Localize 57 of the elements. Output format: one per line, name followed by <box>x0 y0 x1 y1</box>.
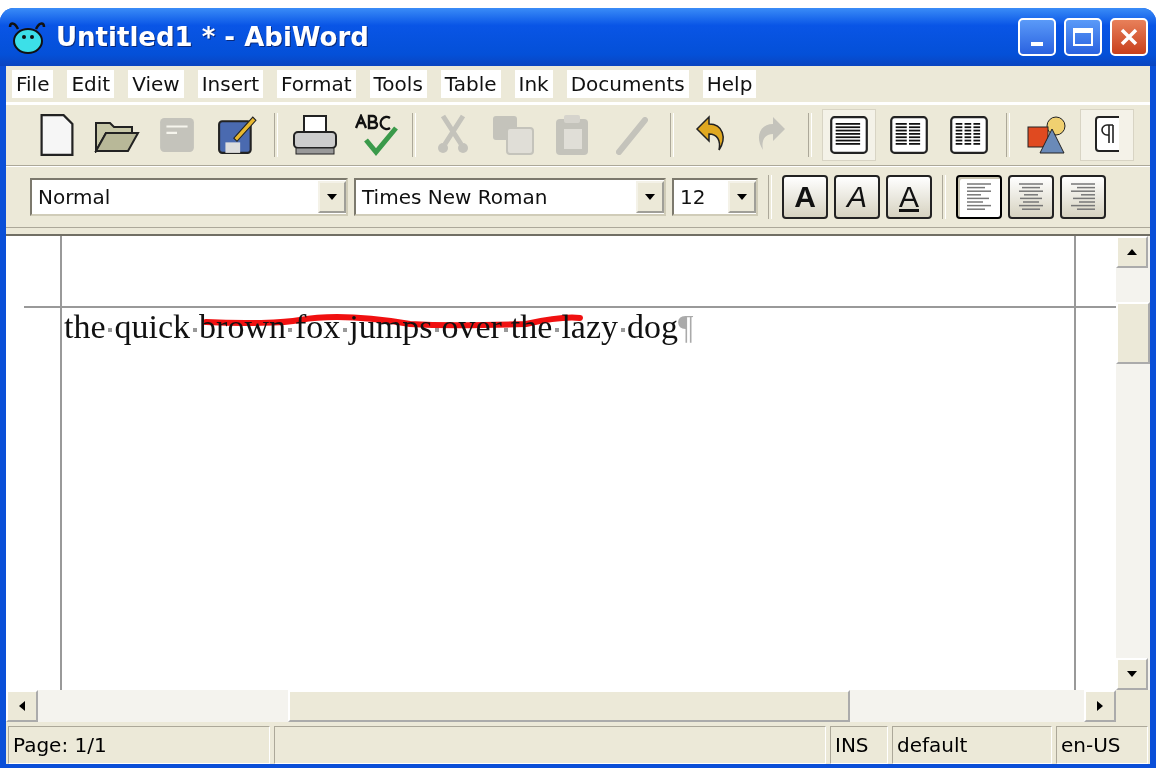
menu-item[interactable]: Format <box>277 70 356 98</box>
pilcrow-mark: ¶ <box>678 308 694 346</box>
layout-icon <box>889 115 929 155</box>
font-dropdown[interactable]: Times New Roman <box>354 178 666 216</box>
align-button[interactable] <box>1060 175 1106 219</box>
window-title: Untitled1 * - AbiWord <box>56 22 370 52</box>
document-word: quick <box>114 308 191 346</box>
scroll-left-button[interactable] <box>6 690 38 722</box>
menu-item[interactable]: Table <box>440 70 501 98</box>
toolbar-button[interactable] <box>822 109 876 161</box>
document-word: lazy <box>561 308 619 346</box>
printer-icon <box>292 114 338 156</box>
vertical-scrollbar[interactable] <box>1116 236 1150 690</box>
scroll-up-button[interactable] <box>1116 236 1148 268</box>
page-status: Page: 1/1 <box>8 726 270 764</box>
ant-logo-icon <box>8 19 48 55</box>
format-button[interactable]: A <box>886 175 932 219</box>
document-word: the <box>64 308 106 346</box>
maximize-button[interactable] <box>1064 18 1102 56</box>
menu-item[interactable]: Insert <box>197 70 264 98</box>
menu-item[interactable]: Ink <box>514 70 553 98</box>
spellcheck-icon <box>352 114 398 156</box>
shapes-icon <box>1026 115 1068 155</box>
menu-item[interactable]: View <box>128 70 184 98</box>
minimize-icon <box>1031 42 1043 46</box>
close-button[interactable] <box>1110 18 1148 56</box>
menu-item[interactable]: Tools <box>369 70 427 98</box>
scroll-thumb[interactable] <box>1116 302 1150 364</box>
toolbar-button[interactable] <box>1080 109 1134 161</box>
format-button[interactable]: A <box>834 175 880 219</box>
layout-icon <box>949 115 989 155</box>
document-word: dog <box>627 308 679 346</box>
align-button[interactable] <box>956 175 1002 219</box>
scissors-icon <box>435 114 471 156</box>
maximize-icon <box>1072 27 1094 47</box>
scroll-right-button[interactable] <box>1084 690 1116 722</box>
pilcrow-icon <box>1095 115 1119 155</box>
style-status: default <box>892 726 1052 764</box>
menu-item[interactable]: Edit <box>67 70 115 98</box>
floppy-icon <box>158 116 196 154</box>
menu-item[interactable]: File <box>12 70 54 98</box>
close-icon <box>1119 27 1139 47</box>
layout-icon <box>829 115 869 155</box>
scroll-down-button[interactable] <box>1116 658 1148 690</box>
align-button[interactable] <box>1008 175 1054 219</box>
horizontal-scrollbar[interactable] <box>6 690 1116 722</box>
language-status: en-US <box>1056 726 1148 764</box>
size-dropdown[interactable]: 12 <box>672 178 758 216</box>
scroll-thumb[interactable] <box>288 690 850 722</box>
mode-status: INS <box>830 726 888 764</box>
menu-item[interactable]: Documents <box>566 70 689 98</box>
format-button[interactable]: A <box>782 175 828 219</box>
copy-icon <box>491 114 535 156</box>
style-dropdown[interactable]: Normal <box>30 178 348 216</box>
menu-item[interactable]: Help <box>702 70 757 98</box>
floppy-pencil-icon <box>217 115 257 155</box>
minimize-button[interactable] <box>1018 18 1056 56</box>
